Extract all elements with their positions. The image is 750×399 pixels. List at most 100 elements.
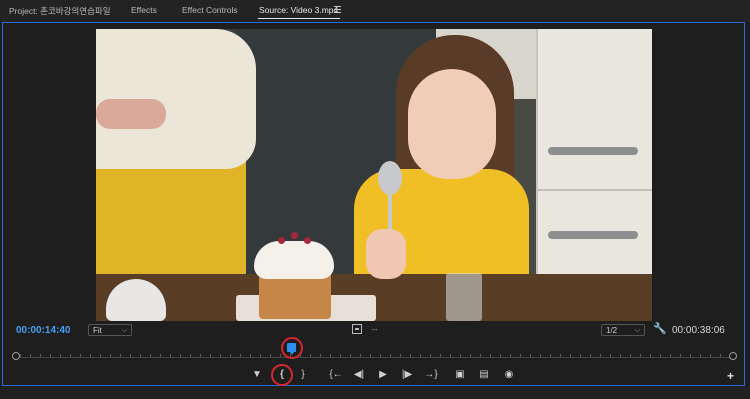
ruler-tick	[690, 354, 691, 357]
ruler-tick	[640, 354, 641, 357]
ruler-tick	[660, 354, 661, 357]
ruler-tick	[370, 354, 371, 357]
ruler-tick	[550, 354, 551, 357]
playback-resolution-select[interactable]: 1/2 ⌵	[601, 324, 645, 336]
play-icon[interactable]: ▶	[376, 369, 390, 381]
ruler-tick	[270, 354, 271, 357]
ruler-tick	[620, 354, 621, 357]
girl-face	[408, 69, 496, 179]
fridge-divider	[538, 189, 652, 191]
tab-project[interactable]: Project: 촌코바강의연습파일	[9, 5, 111, 17]
fridge-handle-top	[548, 147, 638, 155]
berry	[304, 237, 311, 244]
ruler-tick	[610, 354, 611, 357]
ruler-tick	[220, 354, 221, 357]
ruler-tick	[60, 354, 61, 357]
ruler-tick	[160, 354, 161, 357]
go-to-in-icon[interactable]: {←	[329, 369, 343, 381]
cake-icing	[254, 241, 334, 279]
glass	[446, 273, 482, 321]
ruler-tick	[120, 354, 121, 357]
add-marker-icon[interactable]: ▼	[250, 369, 264, 381]
ruler-tick	[520, 354, 521, 357]
panel-tab-bar: Project: 촌코바강의연습파일 Effects Effect Contro…	[0, 0, 750, 22]
ruler-tick	[100, 354, 101, 357]
ruler-tick	[20, 354, 21, 357]
fridge-handle-bottom	[548, 231, 638, 239]
chevron-down-icon: ⌵	[121, 327, 127, 334]
ruler-tick	[570, 354, 571, 357]
timeline-start-handle[interactable]	[12, 352, 20, 360]
ruler-tick	[600, 354, 601, 357]
go-to-out-icon[interactable]: →}	[424, 369, 438, 381]
ruler-tick	[460, 354, 461, 357]
button-editor-plus-icon[interactable]: +	[727, 369, 734, 383]
ruler-tick	[250, 354, 251, 357]
ruler-tick	[180, 354, 181, 357]
ruler-tick	[480, 354, 481, 357]
ruler-tick	[670, 354, 671, 357]
time-ruler[interactable]	[20, 348, 731, 358]
ruler-tick	[340, 354, 341, 357]
wrench-settings-icon[interactable]: 🔧	[653, 322, 667, 335]
ruler-tick	[170, 354, 171, 357]
insert-icon[interactable]: ▣	[453, 369, 467, 381]
ruler-tick	[320, 354, 321, 357]
ruler-tick	[190, 354, 191, 357]
ruler-tick	[230, 354, 231, 357]
drag-audio-only-icon[interactable]: ↔	[370, 323, 379, 333]
drag-video-only-icon[interactable]	[352, 324, 362, 334]
video-preview[interactable]	[96, 29, 652, 321]
ruler-tick	[200, 354, 201, 357]
tab-effects[interactable]: Effects	[131, 5, 157, 15]
overwrite-icon[interactable]: ▤	[477, 369, 491, 381]
ruler-tick	[420, 354, 421, 357]
ruler-tick	[90, 354, 91, 357]
berry	[278, 237, 285, 244]
ruler-tick	[280, 354, 281, 357]
ruler-tick	[590, 354, 591, 357]
duration-timecode: 00:00:38:06	[672, 325, 725, 336]
ruler-tick	[40, 354, 41, 357]
ruler-tick	[110, 354, 111, 357]
mark-out-icon[interactable]: }	[296, 369, 310, 381]
current-timecode[interactable]: 00:00:14:40	[16, 325, 70, 336]
ruler-tick	[470, 354, 471, 357]
highlight-circle-mark-in	[271, 364, 293, 386]
ruler-tick	[80, 354, 81, 357]
ruler-tick	[500, 354, 501, 357]
tab-effect-controls[interactable]: Effect Controls	[182, 5, 238, 15]
ruler-tick	[210, 354, 211, 357]
zoom-level-value: Fit	[93, 326, 102, 335]
ruler-tick	[430, 354, 431, 357]
timeline-end-handle[interactable]	[729, 352, 737, 360]
chevron-down-icon: ⌵	[634, 327, 640, 334]
panel-menu-icon[interactable]	[334, 6, 341, 13]
ruler-tick	[490, 354, 491, 357]
ruler-tick	[510, 354, 511, 357]
ruler-tick	[720, 354, 721, 357]
export-frame-icon[interactable]: ◉	[502, 369, 516, 381]
ruler-tick	[540, 354, 541, 357]
zoom-level-select[interactable]: Fit ⌵	[88, 324, 132, 336]
ruler-tick	[400, 354, 401, 357]
step-back-icon[interactable]: ◀|	[352, 369, 366, 381]
tab-source[interactable]: Source: Video 3.mp4	[259, 5, 338, 15]
ruler-tick	[390, 354, 391, 357]
highlight-circle-playhead	[281, 337, 303, 359]
ruler-tick	[450, 354, 451, 357]
ruler-tick	[560, 354, 561, 357]
step-forward-icon[interactable]: |▶	[400, 369, 414, 381]
ruler-tick	[350, 354, 351, 357]
ruler-tick	[330, 354, 331, 357]
ruler-tick	[30, 354, 31, 357]
ruler-baseline	[20, 357, 730, 358]
active-tab-indicator	[258, 18, 340, 19]
ruler-tick	[680, 354, 681, 357]
ruler-tick	[700, 354, 701, 357]
ruler-tick	[360, 354, 361, 357]
ruler-tick	[380, 354, 381, 357]
ruler-tick	[440, 354, 441, 357]
woman-arm	[96, 99, 166, 129]
ruler-tick	[650, 354, 651, 357]
